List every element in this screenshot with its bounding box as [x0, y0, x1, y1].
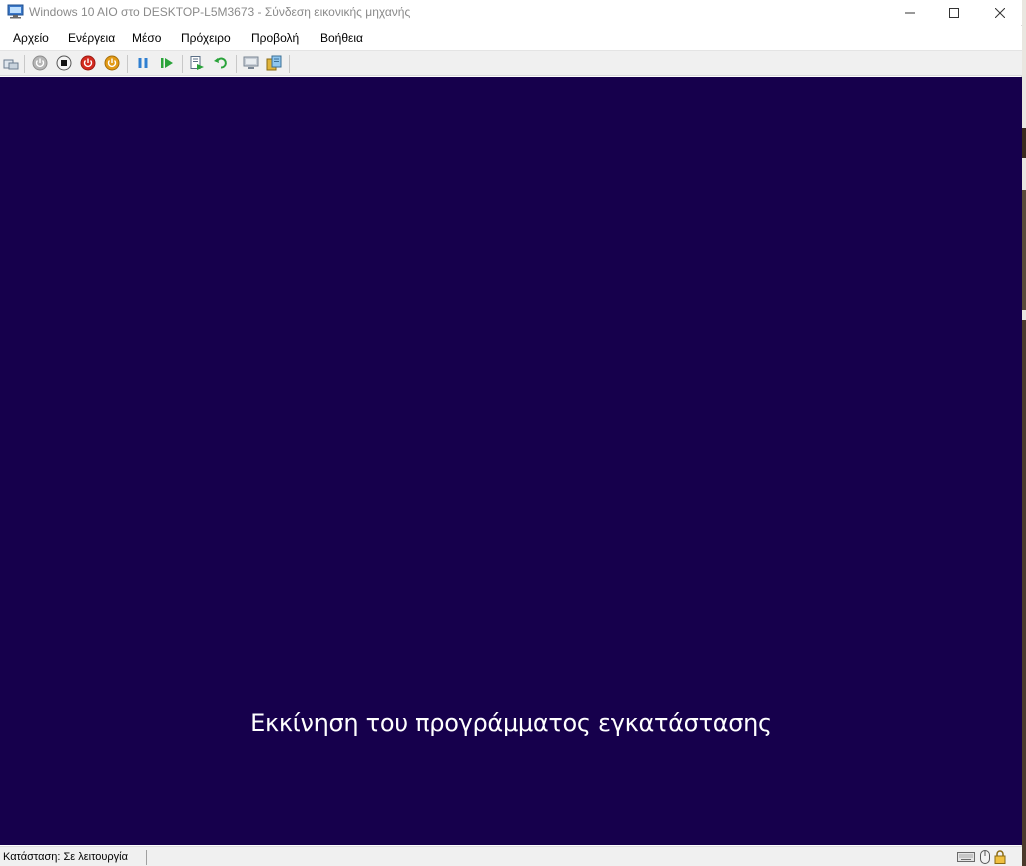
desktop-background-edge	[1022, 0, 1026, 866]
start-icon[interactable]	[32, 55, 48, 71]
enhanced-session-icon[interactable]	[243, 55, 259, 71]
shutdown-icon[interactable]	[80, 55, 96, 71]
toolbar-separator	[289, 55, 290, 73]
menu-media[interactable]: Μέσο	[132, 31, 161, 45]
toolbar-separator	[24, 55, 25, 73]
revert-icon[interactable]	[213, 55, 229, 71]
vm-connection-window: Windows 10 AIO στο DESKTOP-L5M3673 - Σύν…	[0, 0, 1022, 866]
title-bar[interactable]: Windows 10 AIO στο DESKTOP-L5M3673 - Σύν…	[0, 0, 1022, 25]
toolbar-separator	[127, 55, 128, 73]
window-title: Windows 10 AIO στο DESKTOP-L5M3673 - Σύν…	[29, 5, 411, 19]
menu-clipboard[interactable]: Πρόχειρο	[181, 31, 231, 45]
share-icon[interactable]	[266, 55, 282, 71]
close-button[interactable]	[977, 0, 1023, 25]
pause-icon[interactable]	[135, 55, 151, 71]
mouse-icon[interactable]	[979, 850, 991, 864]
menu-help[interactable]: Βοήθεια	[320, 31, 363, 45]
lock-icon[interactable]	[993, 850, 1007, 864]
keyboard-icon[interactable]	[957, 850, 975, 864]
desktop-wallpaper-fragment	[1022, 320, 1026, 866]
setup-starting-message: Εκκίνηση του προγράμματος εγκατάστασης	[250, 709, 772, 737]
resume-icon[interactable]	[159, 55, 175, 71]
minimize-button[interactable]	[887, 0, 933, 25]
ctrl-alt-del-icon[interactable]	[3, 55, 19, 71]
desktop-wallpaper-fragment	[1022, 190, 1026, 310]
desktop-wallpaper-fragment	[1022, 128, 1026, 158]
checkpoint-icon[interactable]	[189, 55, 205, 71]
toolbar	[0, 50, 1022, 76]
status-text: Κατάσταση: Σε λειτουργία	[3, 851, 128, 863]
turn-off-icon[interactable]	[56, 55, 72, 71]
toolbar-separator	[236, 55, 237, 73]
save-state-icon[interactable]	[104, 55, 120, 71]
status-bar: Κατάσταση: Σε λειτουργία	[0, 846, 1022, 866]
vm-display[interactable]: Εκκίνηση του προγράμματος εγκατάστασης	[0, 77, 1022, 845]
menu-action[interactable]: Ενέργεια	[68, 31, 115, 45]
menu-file[interactable]: Αρχείο	[13, 31, 49, 45]
menu-view[interactable]: Προβολή	[251, 31, 299, 45]
toolbar-separator	[182, 55, 183, 73]
menu-bar: Αρχείο Ενέργεια Μέσο Πρόχειρο Προβολή Βο…	[0, 26, 1022, 50]
maximize-button[interactable]	[931, 0, 977, 25]
status-separator	[146, 850, 147, 865]
vm-connection-app-icon[interactable]	[7, 4, 24, 19]
